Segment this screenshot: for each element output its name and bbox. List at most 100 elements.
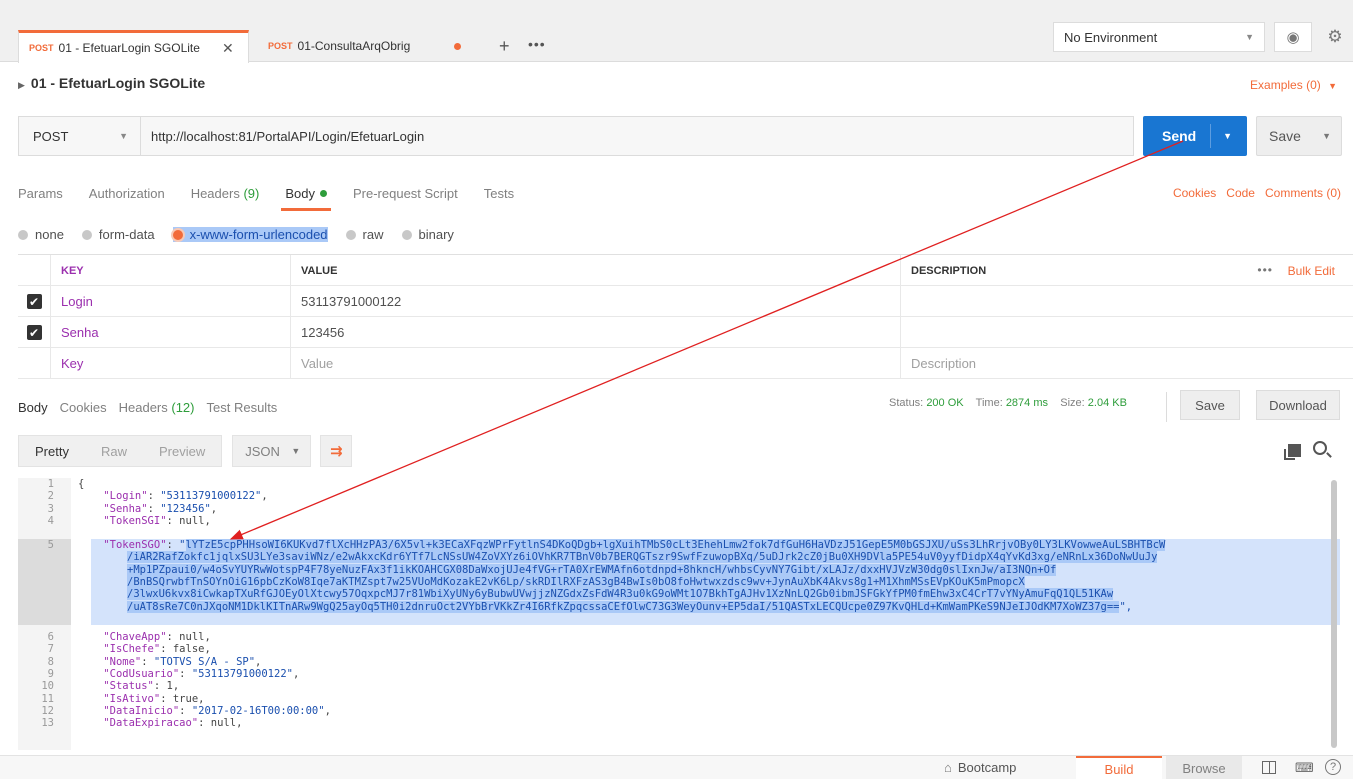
- language-select[interactable]: JSON ▼: [232, 435, 312, 467]
- tab-body[interactable]: Body: [281, 186, 331, 211]
- chevron-down-icon: ▼: [291, 446, 301, 456]
- tab-pre-request-script[interactable]: Pre-request Script: [353, 186, 458, 208]
- method-select[interactable]: POST ▼: [19, 117, 141, 155]
- tab-tests[interactable]: Tests: [484, 186, 514, 208]
- examples-dropdown[interactable]: Examples (0) ▼: [1250, 78, 1337, 92]
- url-input[interactable]: http://localhost:81/PortalAPI/Login/Efet…: [151, 117, 424, 155]
- new-value-input[interactable]: Value: [290, 348, 900, 379]
- code-line: "ChaveApp": null,: [103, 631, 211, 643]
- code-line: "Status": 1,: [103, 680, 180, 693]
- status-bar: ⌂ Bootcamp Build Browse ⌨ ?: [0, 755, 1353, 779]
- comments-link[interactable]: Comments (0): [1265, 186, 1341, 200]
- radio-none[interactable]: none: [18, 227, 64, 242]
- table-header-row: KEY VALUE DESCRIPTION ••• Bulk Edit: [18, 255, 1353, 286]
- radio-label: form-data: [98, 227, 155, 242]
- gear-icon: ⚙: [1327, 27, 1343, 46]
- response-tab-body[interactable]: Body: [18, 400, 48, 415]
- build-tab[interactable]: Build: [1076, 756, 1162, 779]
- save-button[interactable]: Save ▼: [1256, 116, 1342, 156]
- token-sgo-value: /iAR2RafZokfc1jqlxSU3LYe3saviWNz/e2wAkxc…: [127, 551, 1158, 564]
- chevron-down-icon[interactable]: ▼: [1322, 131, 1331, 141]
- environment-quick-look-button[interactable]: ◉: [1274, 22, 1312, 52]
- response-save-button[interactable]: Save: [1180, 390, 1240, 420]
- json-key: "TokenSGO": [103, 539, 167, 551]
- more-options-button[interactable]: •••: [1257, 263, 1273, 277]
- copy-icon[interactable]: [1284, 444, 1301, 460]
- two-pane-view-icon[interactable]: [1262, 761, 1276, 774]
- param-value[interactable]: 53113791000122: [290, 286, 900, 317]
- tab-headers[interactable]: Headers (9): [191, 186, 260, 208]
- tab-consulta-arq-obrig[interactable]: POST 01-ConsultaArqObrig: [258, 30, 490, 62]
- code-line: "DataExpiracao": null,: [103, 717, 243, 730]
- status-value[interactable]: 200 OK: [926, 397, 963, 409]
- search-icon[interactable]: [1313, 441, 1327, 455]
- chevron-down-icon[interactable]: ▼: [1223, 131, 1232, 141]
- new-description-input[interactable]: Description: [900, 348, 1353, 379]
- request-name-label: 01 - EfetuarLogin SGOLite: [30, 75, 206, 91]
- code-link[interactable]: Code: [1226, 186, 1255, 200]
- token-sgo-value: /uAT8sRe7C0nJXqoNM1DklKITnARw9WgQ25ayOq5…: [127, 600, 1120, 613]
- row-checkbox[interactable]: ✔: [18, 317, 50, 348]
- json-value: "TOTVS S/A - SP": [153, 655, 256, 668]
- json-value: "123456": [160, 502, 211, 515]
- tab-params[interactable]: Params: [18, 186, 63, 208]
- add-tab-button[interactable]: +: [499, 36, 510, 57]
- radio-x-www-form-urlencoded[interactable]: x-www-form-urlencoded: [172, 227, 328, 242]
- method-label: POST: [33, 128, 69, 144]
- time-value[interactable]: 2874 ms: [1006, 397, 1048, 409]
- param-description[interactable]: [900, 286, 1353, 317]
- response-tabs: Body Cookies Headers (12) Test Results: [18, 400, 289, 415]
- close-icon[interactable]: ✕: [222, 40, 234, 57]
- radio-label: binary: [418, 227, 454, 242]
- param-key[interactable]: Senha: [50, 317, 290, 348]
- radio-form-data[interactable]: form-data: [81, 227, 155, 242]
- raw-button[interactable]: Raw: [85, 436, 143, 466]
- json-value: null: [179, 631, 205, 643]
- json-value: false: [172, 643, 205, 656]
- help-icon[interactable]: ?: [1325, 759, 1341, 775]
- param-key[interactable]: Login: [50, 286, 290, 317]
- code-line: "CodUsuario": "53113791000122",: [103, 667, 300, 680]
- browse-tab[interactable]: Browse: [1166, 756, 1242, 779]
- table-row-new: Key Value Description: [18, 348, 1353, 379]
- row-checkbox[interactable]: ✔: [18, 286, 50, 317]
- radio-circle-icon: [401, 229, 412, 240]
- json-key: "ChaveApp": [103, 631, 167, 643]
- json-quote: ": [179, 539, 186, 551]
- param-value[interactable]: 123456: [290, 317, 900, 348]
- bulk-edit-button[interactable]: Bulk Edit: [1288, 264, 1335, 278]
- request-name[interactable]: ▶ 01 - EfetuarLogin SGOLite: [18, 75, 205, 91]
- manage-environments-button[interactable]: ⚙: [1320, 22, 1350, 52]
- code-line: /iAR2RafZokfc1jqlxSU3LYe3saviWNz/e2wAkxc…: [127, 551, 1158, 564]
- code-line: "IsChefe": false,: [103, 643, 211, 656]
- radio-raw[interactable]: raw: [345, 227, 384, 242]
- preview-button[interactable]: Preview: [143, 436, 221, 466]
- pretty-button[interactable]: Pretty: [19, 436, 85, 466]
- param-description[interactable]: [900, 317, 1353, 348]
- response-body-editor[interactable]: 1 2 3 4 5 6 7 8 9 10 11 12 13 { "Login":…: [18, 478, 1340, 750]
- line-number: 6: [47, 631, 54, 643]
- radio-binary[interactable]: binary: [401, 227, 454, 242]
- vertical-scrollbar[interactable]: [1331, 480, 1337, 748]
- code-line: "TokenSGO": "lYTzE5cpPHHsoWI6KUKvd7flXcH…: [103, 539, 1166, 551]
- response-tab-test-results[interactable]: Test Results: [207, 400, 278, 415]
- tab-efetuar-login[interactable]: POST 01 - EfetuarLogin SGOLite ✕: [18, 30, 249, 63]
- response-tab-headers[interactable]: Headers (12): [119, 400, 195, 415]
- bootcamp-button[interactable]: ⌂ Bootcamp: [944, 760, 1016, 775]
- response-tab-cookies[interactable]: Cookies: [60, 400, 107, 415]
- tab-authorization[interactable]: Authorization: [89, 186, 165, 208]
- new-key-input[interactable]: Key: [50, 348, 290, 379]
- cookies-link[interactable]: Cookies: [1173, 186, 1216, 200]
- keyboard-shortcuts-icon[interactable]: ⌨: [1295, 760, 1314, 776]
- size-value[interactable]: 2.04 KB: [1088, 397, 1127, 409]
- environment-select[interactable]: No Environment ▼: [1053, 22, 1265, 52]
- wrap-lines-button[interactable]: ⇉: [320, 435, 353, 467]
- response-download-button[interactable]: Download: [1256, 390, 1340, 420]
- token-sgo-value: /3lwxU6kvx8iCwkapTXuRfGJOEyOlXtcwy57Oqxp…: [127, 588, 1114, 601]
- more-tabs-button[interactable]: •••: [528, 36, 546, 52]
- eye-icon: ◉: [1286, 29, 1300, 46]
- line-number: 12: [41, 704, 54, 717]
- send-button[interactable]: Send ▼: [1143, 116, 1247, 156]
- line-number: 8: [47, 655, 54, 668]
- bootcamp-label: Bootcamp: [957, 760, 1017, 775]
